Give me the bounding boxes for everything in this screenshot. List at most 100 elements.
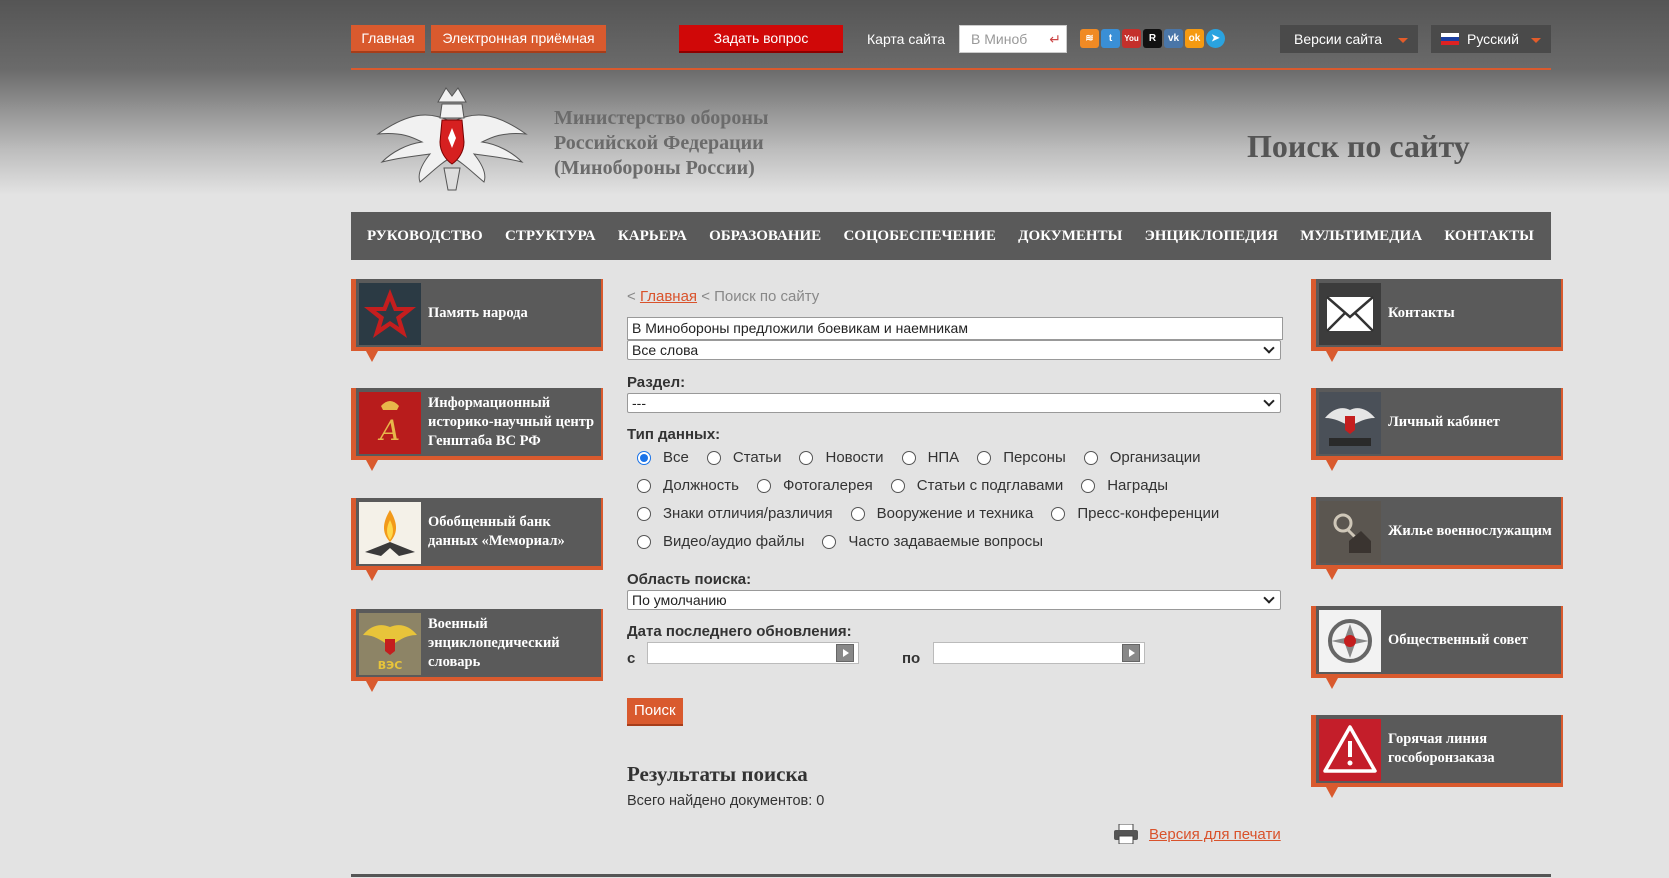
svg-text:ВЭС: ВЭС [378,659,403,672]
youtube-icon[interactable]: You [1122,29,1141,48]
radio-label: Новости [825,449,884,466]
radio-type-npa[interactable] [901,450,916,465]
radio-type-press[interactable] [1051,506,1066,521]
language-label: Русский [1467,31,1519,47]
tile-history-center[interactable]: A Информационный историко-научный центр … [351,388,603,471]
breadcrumb: < Главная < Поиск по сайту [627,288,819,305]
radio-label: Награды [1107,477,1169,494]
nav-item-career[interactable]: КАРЬЕРА [618,212,687,260]
nav-item-contacts[interactable]: КОНТАКТЫ [1444,212,1534,260]
ok-icon[interactable]: ok [1185,29,1204,48]
data-type-row-1: Все Статьи Новости НПА Персоны Организац… [637,449,1218,466]
last-update-label: Дата последнего обновления: [627,623,852,640]
tile-housing[interactable]: Жилье военнослужащим [1311,497,1563,580]
radio-label: Вооружение и техника [876,505,1034,522]
data-type-label: Тип данных: [627,426,721,443]
top-search-input[interactable]: В Миноб ↵ [959,25,1067,53]
search-area-select[interactable]: По умолчанию [627,590,1281,610]
envelope-icon [1319,283,1381,345]
radio-type-position[interactable] [637,478,651,493]
chevron-down-icon [1398,38,1408,43]
radio-type-subarticles[interactable] [890,478,905,493]
footer-divider [351,874,1551,877]
tile-label: Общественный совет [1388,631,1528,648]
radio-label: Фотогалерея [782,477,873,494]
enter-icon[interactable]: ↵ [1049,26,1061,52]
radio-type-photogallery[interactable] [756,478,771,493]
radio-type-awards[interactable] [1081,478,1096,493]
tile-label: Жилье военнослужащим [1388,522,1552,539]
tile-personal-cabinet[interactable]: Личный кабинет [1311,388,1563,471]
radio-type-organizations[interactable] [1083,450,1098,465]
radio-label: Организации [1109,449,1201,466]
site-versions-label: Версии сайта [1294,31,1383,47]
breadcrumb-prefix: < [627,288,636,305]
eternal-flame-icon [359,502,421,564]
tile-label: Информационный историко-научный центр Ге… [428,394,595,449]
header-divider [351,68,1551,70]
radio-type-weapons[interactable] [850,506,865,521]
radio-label: НПА [927,449,960,466]
section-value: --- [632,395,646,411]
words-mode-select[interactable]: Все слова [627,340,1281,360]
nav-item-documents[interactable]: ДОКУМЕНТЫ [1018,212,1122,260]
search-button[interactable]: Поиск [627,698,683,726]
nav-item-multimedia[interactable]: МУЛЬТИМЕДИА [1300,212,1422,260]
vk-icon[interactable]: vk [1164,29,1183,48]
tile-label: Военный энциклопедический словарь [428,615,560,670]
tile-public-council[interactable]: Общественный совет [1311,606,1563,689]
radio-label: Видео/аудио файлы [663,533,805,550]
nav-item-education[interactable]: ОБРАЗОВАНИЕ [709,212,821,260]
radio-type-news[interactable] [799,450,814,465]
tile-label: Личный кабинет [1388,413,1500,430]
ministry-name: Министерство обороны Российской Федераци… [554,106,769,181]
ministry-emblem-icon[interactable] [372,82,532,194]
search-query-input[interactable]: В Минобороны предложили боевикам и наемн… [627,317,1283,340]
breadcrumb-separator: < [701,288,710,305]
tile-hotline[interactable]: Горячая линия гособоронзаказа [1311,715,1563,798]
tile-contacts[interactable]: Контакты [1311,279,1563,362]
tile-memory-of-people[interactable]: Память народа [351,279,603,362]
nav-item-social[interactable]: СОЦОБЕСПЕЧЕНИЕ [843,212,995,260]
radio-type-all[interactable] [637,450,651,465]
date-from-input[interactable] [647,642,859,664]
monogram-icon: A [359,392,421,454]
search-area-label: Область поиска: [627,571,752,588]
radio-type-media[interactable] [637,534,651,549]
language-dropdown[interactable]: Русский [1431,25,1551,53]
radio-label: Часто задаваемые вопросы [848,533,1044,550]
rss-icon[interactable]: ≋ [1080,29,1099,48]
keys-icon [1319,501,1381,563]
print-version-link[interactable]: Версия для печати [1113,824,1281,844]
nav-item-encyclopedia[interactable]: ЭНЦИКЛОПЕДИЯ [1145,212,1278,260]
tile-memorial-database[interactable]: Обобщенный банк данных «Мемориал» [351,498,603,581]
tile-military-encyclopedia[interactable]: ВЭС Военный энциклопедический словарь [351,609,603,692]
date-to-label: по [902,650,921,667]
sitemap-link[interactable]: Карта сайта [867,25,945,53]
nav-item-structure[interactable]: СТРУКТУРА [505,212,596,260]
tile-label: Контакты [1388,304,1455,321]
tile-label: Память народа [428,304,528,321]
section-select[interactable]: --- [627,393,1281,413]
radio-type-insignia[interactable] [637,506,651,521]
breadcrumb-home-link[interactable]: Главная [640,288,697,305]
calendar-icon[interactable] [1122,644,1140,662]
site-versions-dropdown[interactable]: Версии сайта [1280,25,1418,53]
search-area-value: По умолчанию [632,592,727,608]
data-type-row-3: Знаки отличия/различия Вооружение и техн… [637,505,1237,522]
radio-label: Персоны [1003,449,1066,466]
warning-icon [1319,719,1381,781]
radio-type-articles[interactable] [706,450,721,465]
telegram-icon[interactable]: ➤ [1206,29,1225,48]
chevron-down-icon [1263,592,1275,604]
calendar-icon[interactable] [836,644,854,662]
twitter-icon[interactable]: t [1101,29,1120,48]
radio-label: Должность [663,477,739,494]
nav-item-leadership[interactable]: РУКОВОДСТВО [367,212,483,260]
data-type-row-4: Видео/аудио файлы Часто задаваемые вопро… [637,533,1061,550]
chevron-down-icon [1263,342,1275,354]
radio-type-faq[interactable] [822,534,837,549]
rutube-icon[interactable]: R [1143,29,1162,48]
radio-type-persons[interactable] [977,450,992,465]
date-to-input[interactable] [933,642,1145,664]
